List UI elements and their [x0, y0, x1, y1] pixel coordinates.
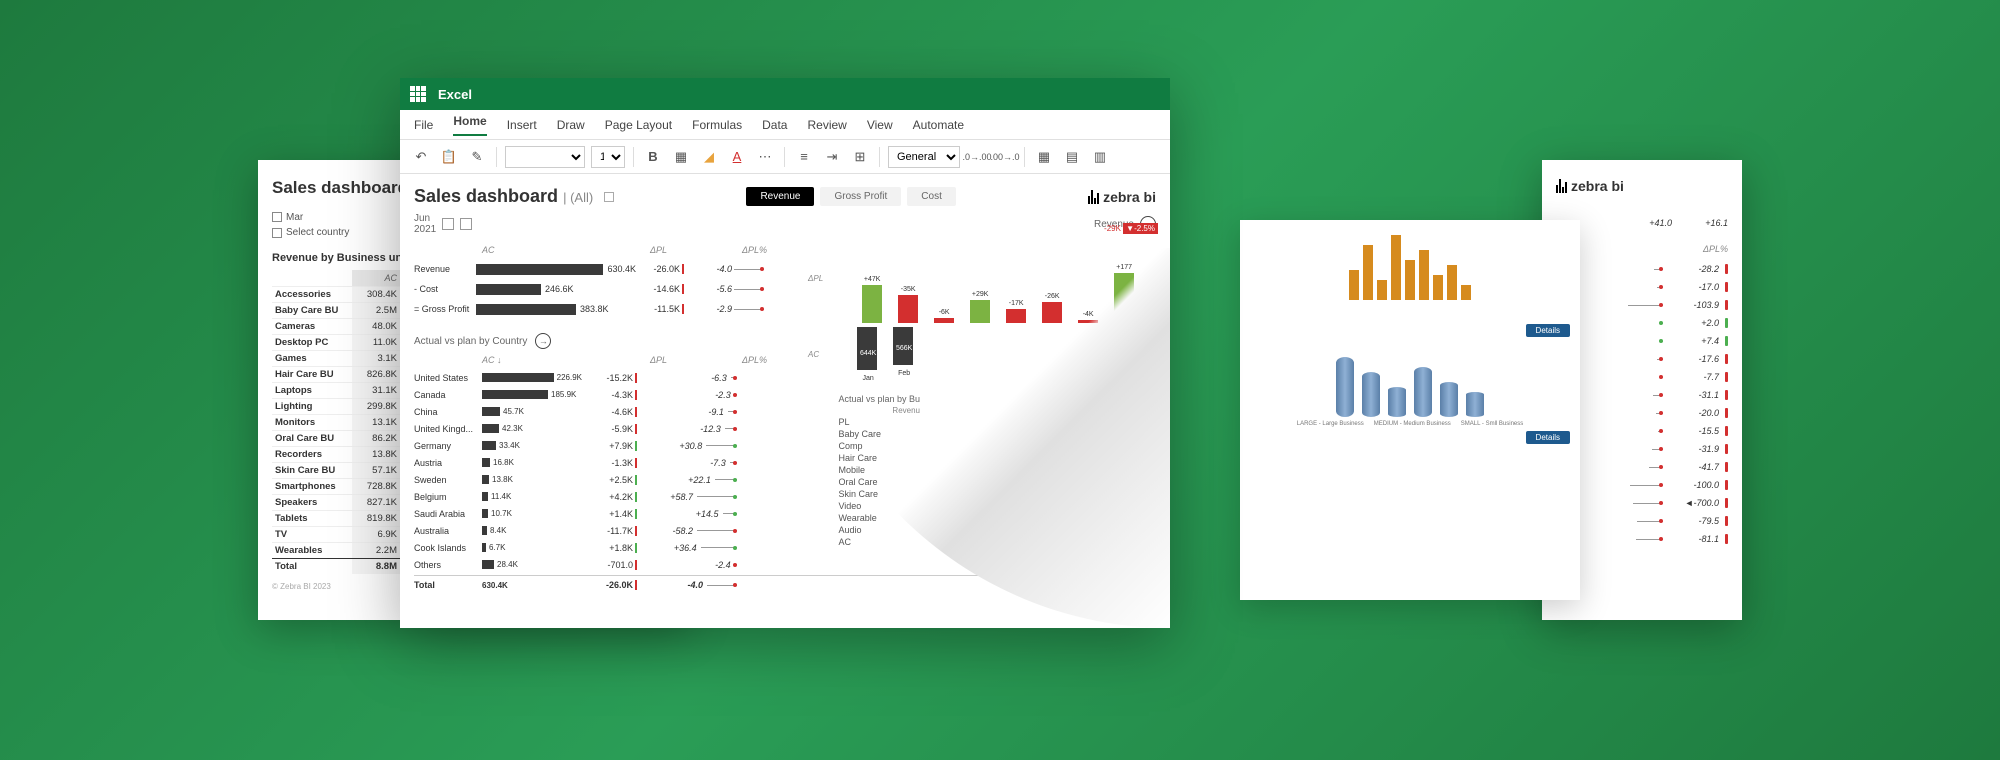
- country-row: Cook Islands 6.7K +1.8K +36.4: [414, 539, 1156, 556]
- menu-page-layout[interactable]: Page Layout: [605, 118, 672, 132]
- bu-item: AC: [838, 537, 920, 547]
- menubar: File Home Insert Draw Page Layout Formulas Dat…: [400, 110, 1170, 140]
- delta-row: +7.4: [1556, 332, 1728, 350]
- titlebar: Excel: [400, 78, 1170, 110]
- delta-row: -31.9: [1556, 440, 1728, 458]
- country-row: Others 28.4K -701.0 -2.4: [414, 556, 1156, 573]
- font-size-select[interactable]: 11: [591, 146, 625, 168]
- country-row: Austria 16.8K -1.3K -7.3: [414, 454, 1156, 471]
- delta-row: -15.5: [1556, 422, 1728, 440]
- bu-item: Skin Care: [838, 489, 920, 499]
- menu-formulas[interactable]: Formulas: [692, 118, 742, 132]
- delta-row: ◄-700.0: [1556, 494, 1728, 512]
- delta-row: -7.7: [1556, 368, 1728, 386]
- delta-row: -41.7: [1556, 458, 1728, 476]
- app-name: Excel: [438, 87, 472, 102]
- delta-row: +2.0: [1556, 314, 1728, 332]
- bu-item: Baby Care: [838, 429, 920, 439]
- delta-row: -103.9: [1556, 296, 1728, 314]
- details-button[interactable]: Details: [1526, 431, 1570, 444]
- filter-icon[interactable]: [460, 218, 472, 230]
- increase-decimal-icon[interactable]: .0→.00: [966, 146, 988, 168]
- undo-icon[interactable]: ↶: [410, 146, 432, 168]
- dashboard-canvas: Sales dashboard | (All) Revenue Gross Pro…: [400, 174, 1170, 628]
- bu-item: Oral Care: [838, 477, 920, 487]
- menu-view[interactable]: View: [867, 118, 893, 132]
- table-format-icon[interactable]: ▤: [1061, 146, 1083, 168]
- checkbox-icon[interactable]: [272, 212, 282, 222]
- tab-cost[interactable]: Cost: [907, 187, 956, 206]
- app-launcher-icon[interactable]: [410, 86, 426, 102]
- delta-row: -79.5: [1556, 512, 1728, 530]
- bu-item: Comp: [838, 441, 920, 451]
- brand-right: zebra bi: [1556, 178, 1728, 194]
- delta-row: -28.2: [1556, 260, 1728, 278]
- right-col-header: ΔPL%: [1556, 244, 1728, 254]
- delta-row: -20.0: [1556, 404, 1728, 422]
- format-painter-icon[interactable]: ✎: [466, 146, 488, 168]
- arrow-button[interactable]: →: [535, 333, 551, 349]
- brand: zebra bi: [1088, 189, 1156, 205]
- bu-item: PL: [838, 417, 920, 427]
- more-icon[interactable]: ⋯: [754, 146, 776, 168]
- country-row: Saudi Arabia 10.7K +1.4K +14.5: [414, 505, 1156, 522]
- dropdown-icon[interactable]: [604, 192, 614, 202]
- fill-color-icon[interactable]: ◢: [698, 146, 720, 168]
- menu-home[interactable]: Home: [453, 114, 486, 136]
- delta-row: -81.1: [1556, 530, 1728, 548]
- bu-list: Actual vs plan by Bu Revenu PLBaby CareC…: [838, 394, 920, 549]
- align-icon[interactable]: ≡: [793, 146, 815, 168]
- country-row: Germany 33.4K +7.9K +30.8: [414, 437, 1156, 454]
- font-color-icon[interactable]: A: [726, 146, 748, 168]
- tab-gross-profit[interactable]: Gross Profit: [820, 187, 901, 206]
- orange-bar-chart: [1250, 230, 1570, 300]
- bu-item: Video: [838, 501, 920, 511]
- conditional-format-icon[interactable]: ▦: [1033, 146, 1055, 168]
- cylinder-chart: [1250, 347, 1570, 417]
- country-row: United Kingd... 42.3K -5.9K -12.3: [414, 420, 1156, 437]
- background-sheet-middle: Details LARGE - Large Business MEDIUM - …: [1240, 220, 1580, 600]
- dashboard-title: Sales dashboard | (All): [414, 186, 614, 207]
- paste-icon[interactable]: 📋: [438, 146, 460, 168]
- merge-icon[interactable]: ⊞: [849, 146, 871, 168]
- indent-icon[interactable]: ⇥: [821, 146, 843, 168]
- checkbox-icon[interactable]: [272, 228, 282, 238]
- menu-draw[interactable]: Draw: [557, 118, 585, 132]
- excel-window: Excel File Home Insert Draw Page Layout Formu…: [400, 78, 1170, 628]
- delta-row: -100.0: [1556, 476, 1728, 494]
- borders-icon[interactable]: ▦: [670, 146, 692, 168]
- menu-review[interactable]: Review: [807, 118, 846, 132]
- country-row: China 45.7K -4.6K -9.1: [414, 403, 1156, 420]
- metric-tabs: Revenue Gross Profit Cost: [746, 187, 955, 206]
- country-row: Australia 8.4K -11.7K -58.2: [414, 522, 1156, 539]
- monthly-waterfall-chart: -29K ▼-2.5% ΔPL +47K-35K-6K+29K-17K-26K-…: [808, 224, 1158, 364]
- details-button[interactable]: Details: [1526, 324, 1570, 337]
- toolbar: ↶ 📋 ✎ 11 B ▦ ◢ A ⋯ ≡ ⇥ ⊞ General .0→.00 …: [400, 140, 1170, 174]
- font-select[interactable]: [505, 146, 585, 168]
- bu-item: Wearable: [838, 513, 920, 523]
- bold-button[interactable]: B: [642, 146, 664, 168]
- decrease-decimal-icon[interactable]: .00→.0: [994, 146, 1016, 168]
- menu-insert[interactable]: Insert: [507, 118, 537, 132]
- menu-file[interactable]: File: [414, 118, 433, 132]
- cell-styles-icon[interactable]: ▥: [1089, 146, 1111, 168]
- country-row: Belgium 11.4K +4.2K +58.7: [414, 488, 1156, 505]
- filter-icon[interactable]: [442, 218, 454, 230]
- number-format-select[interactable]: General: [888, 146, 960, 168]
- delta-row: -17.0: [1556, 278, 1728, 296]
- delta-row: -17.6: [1556, 350, 1728, 368]
- delta-row: -31.1: [1556, 386, 1728, 404]
- bu-item: Hair Care: [838, 453, 920, 463]
- bu-item: Audio: [838, 525, 920, 535]
- bu-item: Mobile: [838, 465, 920, 475]
- country-row: Sweden 13.8K +2.5K +22.1: [414, 471, 1156, 488]
- tab-revenue[interactable]: Revenue: [746, 187, 814, 206]
- menu-data[interactable]: Data: [762, 118, 787, 132]
- menu-automate[interactable]: Automate: [913, 118, 964, 132]
- country-row: Canada 185.9K -4.3K -2.3: [414, 386, 1156, 403]
